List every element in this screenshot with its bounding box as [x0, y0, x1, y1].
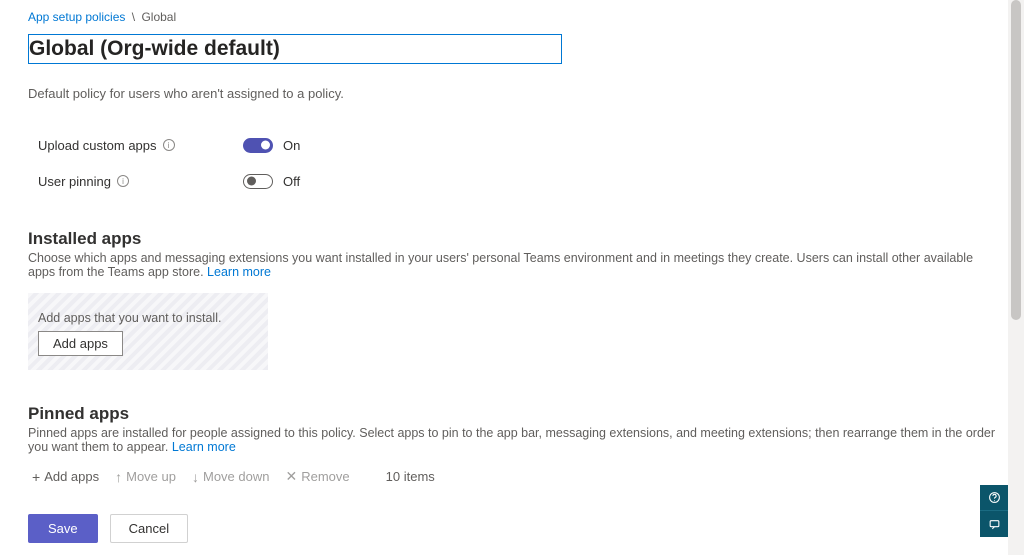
user-pinning-row: User pinning i Off: [38, 167, 990, 195]
desc-text: Choose which apps and messaging extensio…: [28, 251, 973, 279]
policy-edit-page: App setup policies \ Global Global (Org-…: [0, 0, 1024, 495]
move-down-button[interactable]: ↓ Move down: [192, 469, 269, 485]
label-text: User pinning: [38, 174, 111, 189]
label-text: Upload custom apps: [38, 138, 157, 153]
info-icon[interactable]: i: [163, 139, 175, 151]
pinned-learn-more-link[interactable]: Learn more: [172, 440, 236, 454]
pinned-item-count: 10 items: [386, 469, 435, 484]
add-installed-apps-button[interactable]: Add apps: [38, 331, 123, 356]
arrow-up-icon: ↑: [115, 469, 122, 485]
upload-custom-apps-toggle[interactable]: [243, 138, 273, 153]
installed-apps-desc: Choose which apps and messaging extensio…: [28, 251, 1000, 279]
installed-learn-more-link[interactable]: Learn more: [207, 265, 271, 279]
close-icon: ✕: [285, 468, 297, 485]
feedback-tab[interactable]: [980, 511, 1008, 537]
user-pinning-label: User pinning i: [38, 174, 243, 189]
policy-description: Default policy for users who aren't assi…: [28, 86, 1000, 101]
breadcrumb-root-link[interactable]: App setup policies: [28, 10, 125, 24]
label-text: Move down: [203, 469, 269, 484]
help-tab[interactable]: [980, 485, 1008, 511]
label-text: Move up: [126, 469, 176, 484]
arrow-down-icon: ↓: [192, 469, 199, 485]
install-apps-panel: Add apps that you want to install. Add a…: [28, 293, 268, 370]
install-hint: Add apps that you want to install.: [38, 311, 258, 325]
user-pinning-toggle[interactable]: [243, 174, 273, 189]
upload-custom-apps-label: Upload custom apps i: [38, 138, 243, 153]
pinned-apps-title: Pinned apps: [28, 404, 1000, 424]
label-text: Remove: [301, 469, 349, 484]
toggle-state-text: On: [283, 138, 300, 153]
remove-button[interactable]: ✕ Remove: [285, 468, 349, 485]
move-up-button[interactable]: ↑ Move up: [115, 469, 176, 485]
toggle-state-text: Off: [283, 174, 300, 189]
footer-actions: Save Cancel: [0, 501, 1008, 555]
help-side-tabs: [980, 485, 1008, 537]
cancel-button[interactable]: Cancel: [110, 514, 188, 543]
pinned-apps-desc: Pinned apps are installed for people ass…: [28, 426, 1000, 454]
vertical-scrollbar[interactable]: [1008, 0, 1024, 555]
add-pinned-apps-button[interactable]: + Add apps: [32, 469, 99, 485]
policy-title: Global (Org-wide default): [29, 37, 280, 60]
breadcrumb-current: Global: [141, 10, 176, 24]
breadcrumb: App setup policies \ Global: [28, 10, 1000, 24]
upload-custom-apps-row: Upload custom apps i On: [38, 131, 990, 159]
label-text: Add apps: [44, 469, 99, 484]
save-button[interactable]: Save: [28, 514, 98, 543]
policy-title-edit[interactable]: Global (Org-wide default): [28, 34, 562, 64]
breadcrumb-separator: \: [132, 10, 135, 24]
pinned-toolbar: + Add apps ↑ Move up ↓ Move down ✕ Remov…: [32, 468, 1000, 485]
info-icon[interactable]: i: [117, 175, 129, 187]
installed-apps-title: Installed apps: [28, 229, 1000, 249]
plus-icon: +: [32, 469, 40, 485]
